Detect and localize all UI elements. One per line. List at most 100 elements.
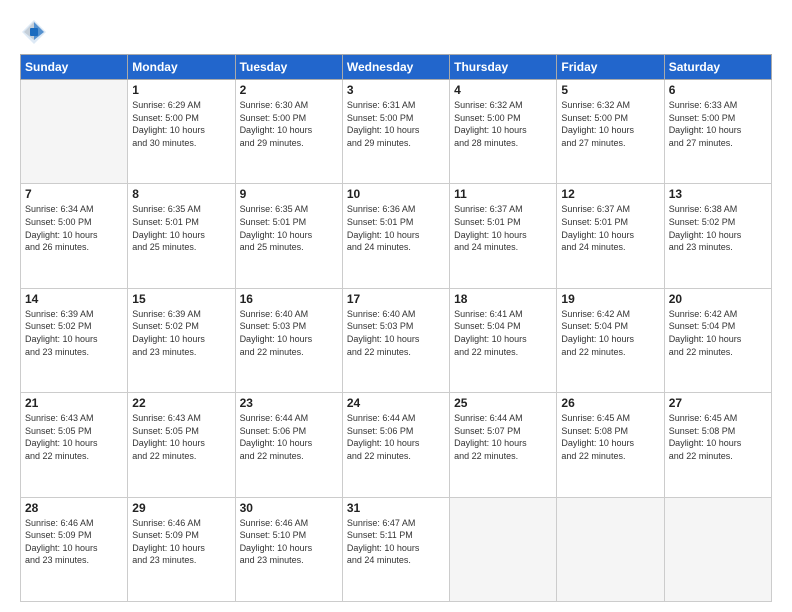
day-number: 20 [669,292,767,306]
calendar-cell: 23 Sunrise: 6:44 AM Sunset: 5:06 PM Dayli… [235,393,342,497]
day-info: Sunrise: 6:30 AM Sunset: 5:00 PM Dayligh… [240,99,338,149]
day-header-saturday: Saturday [664,55,771,80]
logo [20,18,52,46]
day-number: 24 [347,396,445,410]
day-number: 23 [240,396,338,410]
calendar-cell [21,80,128,184]
day-info: Sunrise: 6:46 AM Sunset: 5:10 PM Dayligh… [240,517,338,567]
day-info: Sunrise: 6:43 AM Sunset: 5:05 PM Dayligh… [25,412,123,462]
day-number: 2 [240,83,338,97]
day-info: Sunrise: 6:32 AM Sunset: 5:00 PM Dayligh… [454,99,552,149]
day-info: Sunrise: 6:39 AM Sunset: 5:02 PM Dayligh… [25,308,123,358]
calendar-cell: 2 Sunrise: 6:30 AM Sunset: 5:00 PM Daylig… [235,80,342,184]
calendar-cell: 17 Sunrise: 6:40 AM Sunset: 5:03 PM Dayli… [342,288,449,392]
day-info: Sunrise: 6:36 AM Sunset: 5:01 PM Dayligh… [347,203,445,253]
day-info: Sunrise: 6:47 AM Sunset: 5:11 PM Dayligh… [347,517,445,567]
day-number: 15 [132,292,230,306]
week-row-5: 28 Sunrise: 6:46 AM Sunset: 5:09 PM Dayli… [21,497,772,601]
logo-icon [20,18,48,46]
day-info: Sunrise: 6:31 AM Sunset: 5:00 PM Dayligh… [347,99,445,149]
calendar-cell [664,497,771,601]
day-info: Sunrise: 6:46 AM Sunset: 5:09 PM Dayligh… [25,517,123,567]
day-number: 18 [454,292,552,306]
day-info: Sunrise: 6:42 AM Sunset: 5:04 PM Dayligh… [561,308,659,358]
week-row-1: 1Sunrise: 6:29 AM Sunset: 5:00 PM Daylig… [21,80,772,184]
day-number: 13 [669,187,767,201]
day-info: Sunrise: 6:41 AM Sunset: 5:04 PM Dayligh… [454,308,552,358]
day-number: 21 [25,396,123,410]
day-number: 4 [454,83,552,97]
calendar-cell: 15 Sunrise: 6:39 AM Sunset: 5:02 PM Dayli… [128,288,235,392]
day-info: Sunrise: 6:35 AM Sunset: 5:01 PM Dayligh… [132,203,230,253]
day-info: Sunrise: 6:34 AM Sunset: 5:00 PM Dayligh… [25,203,123,253]
calendar-cell: 16 Sunrise: 6:40 AM Sunset: 5:03 PM Dayli… [235,288,342,392]
day-number: 27 [669,396,767,410]
day-number: 22 [132,396,230,410]
day-number: 31 [347,501,445,515]
week-row-4: 21 Sunrise: 6:43 AM Sunset: 5:05 PM Dayli… [21,393,772,497]
calendar-cell: 12 Sunrise: 6:37 AM Sunset: 5:01 PM Dayli… [557,184,664,288]
days-header-row: SundayMondayTuesdayWednesdayThursdayFrid… [21,55,772,80]
day-number: 14 [25,292,123,306]
calendar-cell: 18 Sunrise: 6:41 AM Sunset: 5:04 PM Dayli… [450,288,557,392]
day-number: 6 [669,83,767,97]
day-info: Sunrise: 6:46 AM Sunset: 5:09 PM Dayligh… [132,517,230,567]
calendar-cell [557,497,664,601]
day-info: Sunrise: 6:42 AM Sunset: 5:04 PM Dayligh… [669,308,767,358]
day-number: 9 [240,187,338,201]
day-number: 16 [240,292,338,306]
day-header-monday: Monday [128,55,235,80]
day-number: 26 [561,396,659,410]
day-info: Sunrise: 6:40 AM Sunset: 5:03 PM Dayligh… [347,308,445,358]
day-info: Sunrise: 6:45 AM Sunset: 5:08 PM Dayligh… [561,412,659,462]
day-number: 1 [132,83,230,97]
page: SundayMondayTuesdayWednesdayThursdayFrid… [0,0,792,612]
calendar-cell: 10Sunrise: 6:36 AM Sunset: 5:01 PM Dayli… [342,184,449,288]
day-info: Sunrise: 6:37 AM Sunset: 5:01 PM Dayligh… [561,203,659,253]
week-row-2: 7 Sunrise: 6:34 AM Sunset: 5:00 PM Daylig… [21,184,772,288]
day-number: 17 [347,292,445,306]
calendar-cell: 5 Sunrise: 6:32 AM Sunset: 5:00 PM Daylig… [557,80,664,184]
day-header-thursday: Thursday [450,55,557,80]
calendar-cell: 9Sunrise: 6:35 AM Sunset: 5:01 PM Daylig… [235,184,342,288]
day-info: Sunrise: 6:39 AM Sunset: 5:02 PM Dayligh… [132,308,230,358]
calendar-cell: 19Sunrise: 6:42 AM Sunset: 5:04 PM Dayli… [557,288,664,392]
calendar-cell: 11Sunrise: 6:37 AM Sunset: 5:01 PM Dayli… [450,184,557,288]
day-info: Sunrise: 6:44 AM Sunset: 5:06 PM Dayligh… [240,412,338,462]
day-info: Sunrise: 6:40 AM Sunset: 5:03 PM Dayligh… [240,308,338,358]
day-info: Sunrise: 6:38 AM Sunset: 5:02 PM Dayligh… [669,203,767,253]
calendar-cell: 30Sunrise: 6:46 AM Sunset: 5:10 PM Dayli… [235,497,342,601]
day-number: 11 [454,187,552,201]
day-info: Sunrise: 6:44 AM Sunset: 5:07 PM Dayligh… [454,412,552,462]
calendar-cell: 1Sunrise: 6:29 AM Sunset: 5:00 PM Daylig… [128,80,235,184]
calendar-cell: 6Sunrise: 6:33 AM Sunset: 5:00 PM Daylig… [664,80,771,184]
week-row-3: 14 Sunrise: 6:39 AM Sunset: 5:02 PM Dayli… [21,288,772,392]
calendar-cell: 20 Sunrise: 6:42 AM Sunset: 5:04 PM Dayli… [664,288,771,392]
day-number: 3 [347,83,445,97]
day-number: 7 [25,187,123,201]
calendar-cell: 3 Sunrise: 6:31 AM Sunset: 5:00 PM Daylig… [342,80,449,184]
calendar-cell: 29 Sunrise: 6:46 AM Sunset: 5:09 PM Dayli… [128,497,235,601]
day-number: 12 [561,187,659,201]
calendar-table: SundayMondayTuesdayWednesdayThursdayFrid… [20,54,772,602]
day-number: 28 [25,501,123,515]
calendar-cell: 8Sunrise: 6:35 AM Sunset: 5:01 PM Daylig… [128,184,235,288]
day-number: 5 [561,83,659,97]
day-number: 29 [132,501,230,515]
day-info: Sunrise: 6:32 AM Sunset: 5:00 PM Dayligh… [561,99,659,149]
calendar-cell: 25 Sunrise: 6:44 AM Sunset: 5:07 PM Dayli… [450,393,557,497]
calendar-cell [450,497,557,601]
calendar-cell: 14 Sunrise: 6:39 AM Sunset: 5:02 PM Dayli… [21,288,128,392]
day-number: 25 [454,396,552,410]
calendar-cell: 7 Sunrise: 6:34 AM Sunset: 5:00 PM Daylig… [21,184,128,288]
day-info: Sunrise: 6:45 AM Sunset: 5:08 PM Dayligh… [669,412,767,462]
calendar-cell: 24Sunrise: 6:44 AM Sunset: 5:06 PM Dayli… [342,393,449,497]
day-header-tuesday: Tuesday [235,55,342,80]
calendar-cell: 26 Sunrise: 6:45 AM Sunset: 5:08 PM Dayli… [557,393,664,497]
calendar-cell: 22 Sunrise: 6:43 AM Sunset: 5:05 PM Dayli… [128,393,235,497]
calendar-cell: 4 Sunrise: 6:32 AM Sunset: 5:00 PM Daylig… [450,80,557,184]
day-header-sunday: Sunday [21,55,128,80]
day-header-friday: Friday [557,55,664,80]
header [20,18,772,46]
day-info: Sunrise: 6:43 AM Sunset: 5:05 PM Dayligh… [132,412,230,462]
